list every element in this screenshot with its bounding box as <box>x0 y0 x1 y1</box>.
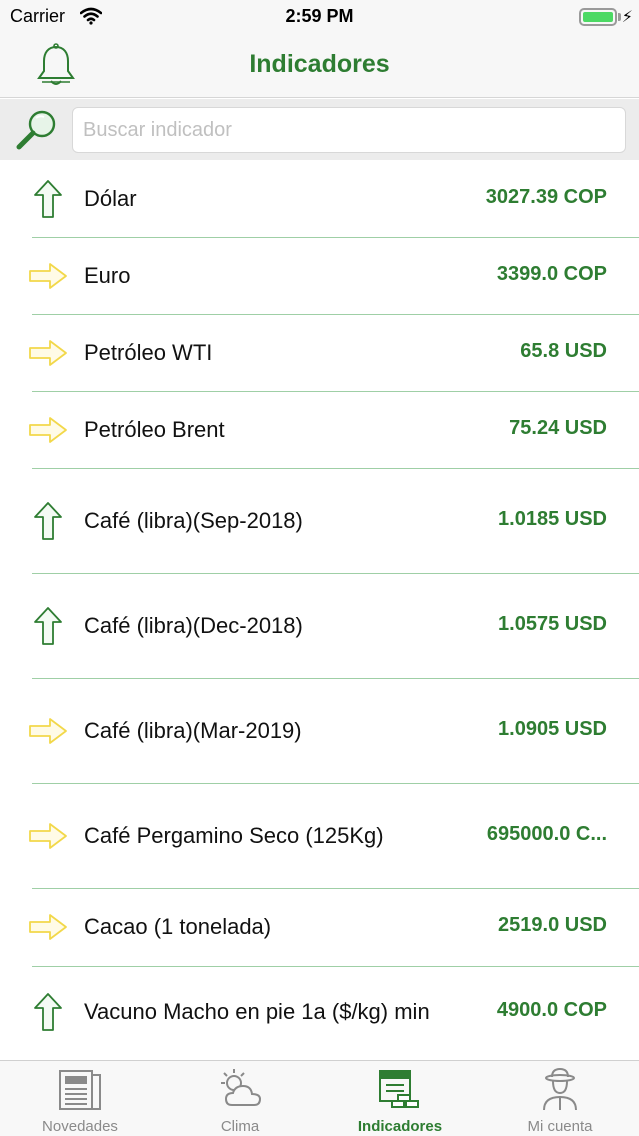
indicator-name: Vacuno Macho en pie 1a ($/kg) min <box>84 999 430 1024</box>
battery-cap <box>618 13 621 21</box>
indicator-value: 65.8 USD <box>520 339 607 362</box>
navigation-bar: Indicadores <box>0 34 639 98</box>
status-time: 2:59 PM <box>285 6 354 26</box>
page-title: Indicadores <box>249 50 390 78</box>
indicator-name: Café (libra)(Dec-2018) <box>84 612 303 638</box>
indicator-name: Dólar <box>84 185 137 211</box>
indicator-value: 1.0905 USD <box>498 717 607 740</box>
search-input[interactable] <box>72 107 626 153</box>
indicator-row[interactable]: Café (libra)(Dec-2018) 1.0575 USD <box>0 573 639 679</box>
indicator-value: 695000.0 C... <box>486 822 607 845</box>
indicator-name: Café (libra)(Mar-2019) <box>84 717 302 743</box>
arrow-right-icon <box>29 339 67 366</box>
indicator-row[interactable]: Dólar 3027.39 COP <box>0 160 639 238</box>
indicator-row[interactable]: Vacuno Macho en pie 1a ($/kg) min 4900.0 … <box>0 966 639 1058</box>
search-icon <box>16 110 56 150</box>
arrow-up-icon <box>34 179 62 218</box>
indicator-value: 1.0185 USD <box>498 507 607 530</box>
indicator-value: 3027.39 COP <box>485 185 607 208</box>
indicator-row[interactable]: Petróleo WTI 65.8 USD <box>0 314 639 392</box>
indicator-row[interactable]: Café Pergamino Seco (125Kg) 695000.0 C... <box>0 783 639 889</box>
indicator-name: Euro <box>84 262 131 288</box>
arrow-up-icon <box>34 501 62 540</box>
indicator-value: 2519.0 USD <box>498 914 607 936</box>
indicator-row[interactable]: Petróleo Brent 75.24 USD <box>0 391 639 469</box>
search-bar <box>0 99 639 160</box>
indicator-row[interactable]: Café (libra)(Mar-2019) 1.0905 USD <box>0 678 639 784</box>
indicators-icon <box>379 1070 419 1108</box>
indicator-value: 3399.0 COP <box>496 262 607 285</box>
arrow-right-icon <box>29 822 67 849</box>
tab-bar: Novedades Clima Indicadores Mi cuenta <box>0 1060 639 1136</box>
charging-icon: ⚡ <box>621 9 633 26</box>
arrow-right-icon <box>29 416 67 443</box>
arrow-right-icon <box>29 262 67 289</box>
tab-mi-cuenta[interactable]: Mi cuenta <box>480 1061 639 1136</box>
arrow-right-icon <box>29 717 67 744</box>
arrow-right-icon <box>29 914 67 940</box>
indicator-name: Café (libra)(Sep-2018) <box>84 507 303 533</box>
indicator-name: Cacao (1 tonelada) <box>84 914 272 939</box>
indicator-name: Petróleo WTI <box>84 339 213 365</box>
indicator-row[interactable]: Euro 3399.0 COP <box>0 237 639 315</box>
indicator-name: Café Pergamino Seco (125Kg) <box>84 822 384 848</box>
tab-indicadores[interactable]: Indicadores <box>320 1061 480 1136</box>
tab-clima[interactable]: Clima <box>160 1061 320 1136</box>
indicator-value: 1.0575 USD <box>498 612 607 635</box>
tab-label: Mi cuenta <box>527 1118 593 1135</box>
tab-label: Clima <box>220 1118 260 1135</box>
tab-label: Novedades <box>42 1118 118 1135</box>
arrow-up-icon <box>34 606 62 645</box>
indicator-row[interactable]: Cacao (1 tonelada) 2519.0 USD <box>0 888 639 967</box>
indicator-value: 4900.0 COP <box>496 999 607 1021</box>
farmer-icon <box>543 1067 577 1111</box>
newspaper-icon <box>59 1070 101 1110</box>
tab-label: Indicadores <box>357 1118 443 1135</box>
status-bar: Carrier 2:59 PM ⚡ <box>0 0 639 34</box>
arrow-up-icon <box>34 993 62 1031</box>
weather-icon <box>221 1069 262 1106</box>
indicator-row[interactable]: Café (libra)(Sep-2018) 1.0185 USD <box>0 468 639 574</box>
indicator-list: Dólar 3027.39 COP Euro 3399.0 COP Petróleo W… <box>0 160 639 1058</box>
tab-novedades[interactable]: Novedades <box>0 1061 160 1136</box>
battery-icon <box>579 8 617 26</box>
indicator-value: 75.24 USD <box>509 416 607 439</box>
indicator-name: Petróleo Brent <box>84 416 225 442</box>
